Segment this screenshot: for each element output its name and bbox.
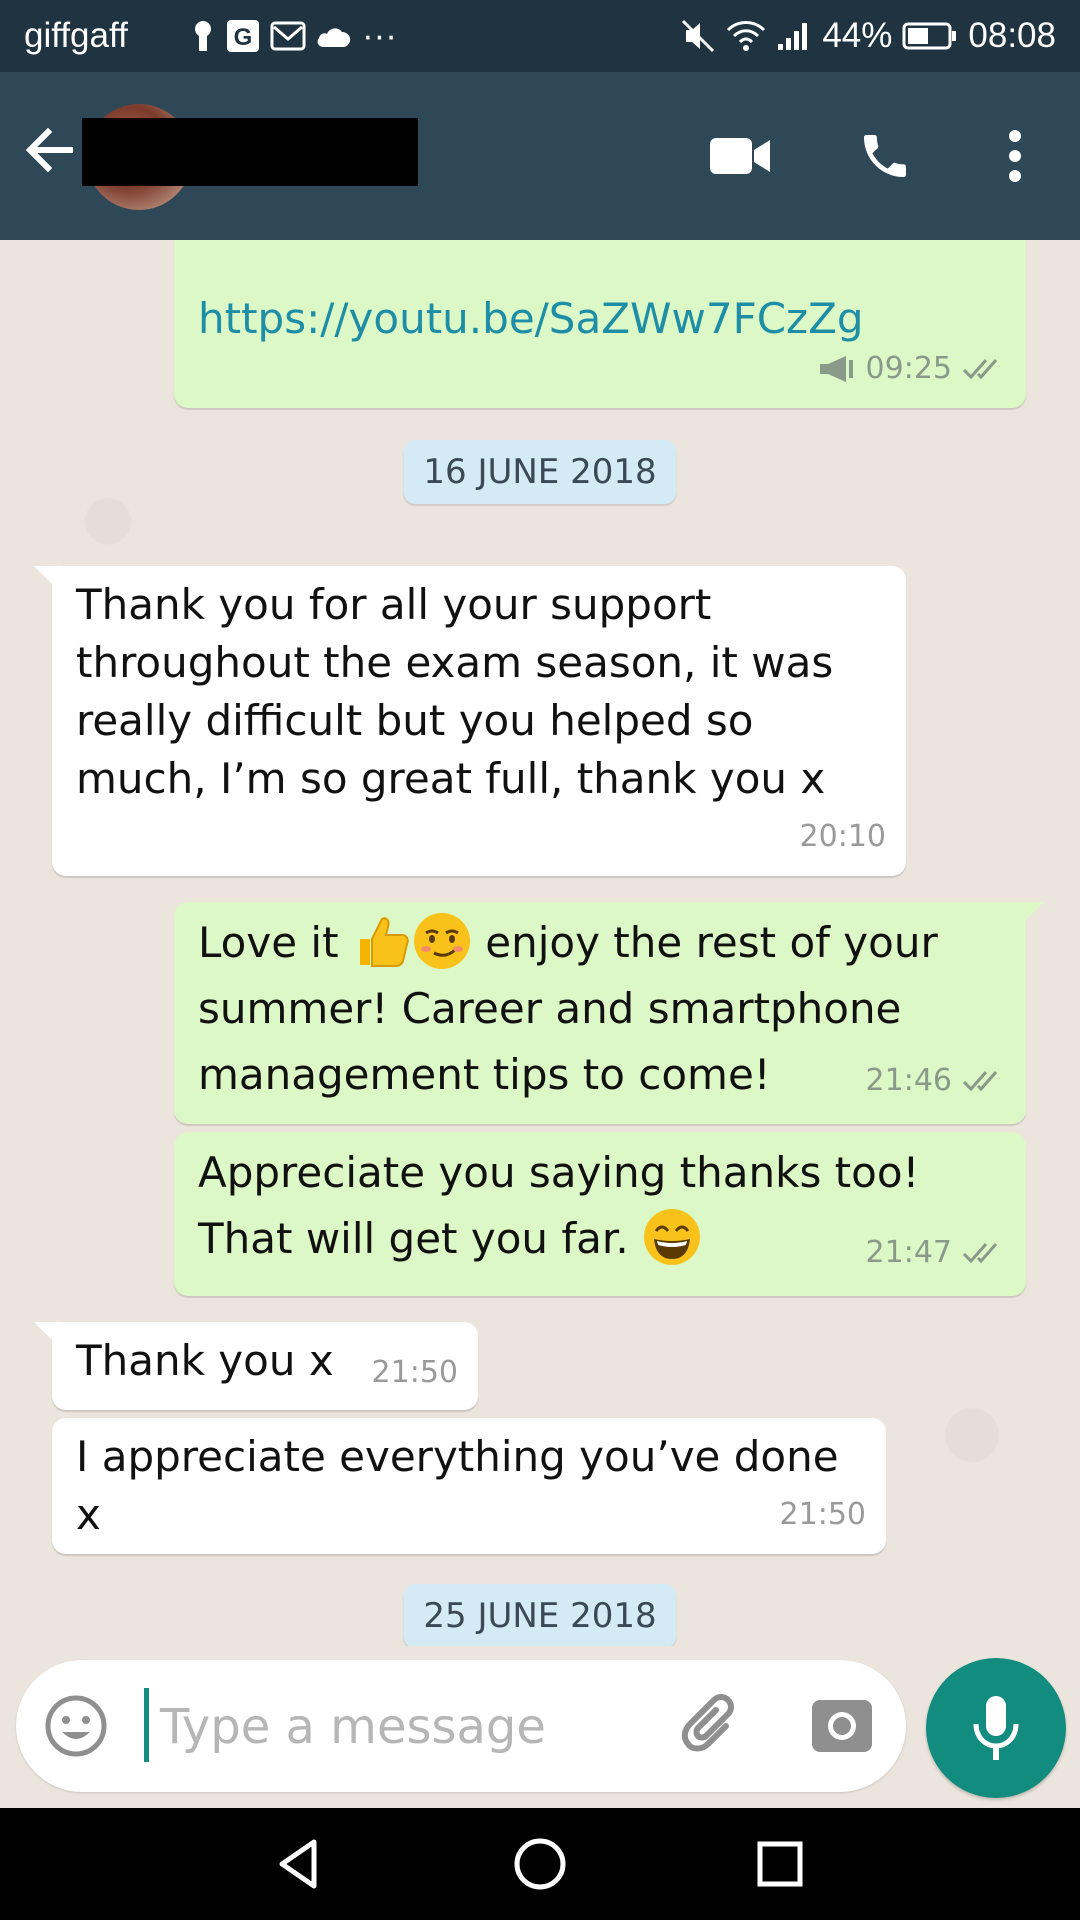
- svg-text:G: G: [234, 24, 253, 51]
- message-time: 20:10: [799, 819, 886, 854]
- mail-icon: [270, 21, 306, 51]
- signal-icon: [778, 23, 808, 50]
- thumbs-up-emoji-icon: [359, 917, 409, 967]
- emoji-picker-icon[interactable]: [44, 1694, 108, 1758]
- message-meta: 21:50: [372, 1344, 458, 1402]
- message-link[interactable]: https://youtu.be/SaZWw7FCzZg: [198, 294, 864, 343]
- message-text-line: much, I’m so great full, thank you x: [76, 754, 826, 803]
- keyhole-icon: [195, 21, 211, 51]
- message-time: 21:50: [371, 1355, 458, 1390]
- message-meta: 21:47: [866, 1220, 1006, 1286]
- system-navigation-bar: [0, 1808, 1080, 1920]
- message-bubble-outgoing[interactable]: https://youtu.be/SaZWw7FCzZg 09:25: [174, 240, 1026, 408]
- message-time: 21:47: [865, 1235, 952, 1270]
- voice-call-button[interactable]: [845, 116, 925, 196]
- composer: Type a message: [0, 1646, 1080, 1808]
- bubble-tail: [1016, 902, 1044, 930]
- attach-paperclip-icon[interactable]: [676, 1690, 748, 1762]
- message-input-container[interactable]: Type a message: [16, 1660, 906, 1792]
- message-bubble-outgoing[interactable]: Appreciate you saying thanks too! That w…: [174, 1132, 1026, 1296]
- video-camera-icon: [710, 138, 770, 174]
- nav-back-icon[interactable]: [270, 1834, 330, 1894]
- message-text: Thank you x: [76, 1336, 334, 1385]
- grinning-emoji-icon: [644, 1209, 701, 1265]
- date-separator: 16 JUNE 2018: [403, 440, 677, 504]
- google-icon: G: [227, 20, 259, 52]
- more-options-button[interactable]: [975, 116, 1055, 196]
- message-list[interactable]: https://youtu.be/SaZWw7FCzZg 09:25 16 JU…: [0, 240, 1080, 1646]
- message-text-line: Thank you for all your support: [76, 580, 712, 629]
- date-separator: 25 JUNE 2018: [403, 1584, 677, 1646]
- message-bubble-incoming[interactable]: Thank you for all your support throughou…: [34, 566, 906, 876]
- read-receipt-icon: [962, 359, 998, 380]
- battery-percent: 44%: [822, 16, 893, 55]
- status-bar: giffgaff G ··· 44% 08:08: [0, 0, 1080, 72]
- notification-icons: G ···: [190, 14, 397, 58]
- message-text-line: summer! Career and smartphone: [198, 984, 902, 1033]
- chat-header: [0, 72, 1080, 240]
- message-time: 21:50: [779, 1497, 866, 1532]
- cloud-icon: [317, 28, 351, 47]
- system-icons: 44% 08:08: [680, 14, 1056, 58]
- wifi-icon: [727, 21, 766, 51]
- phone-icon: [864, 135, 906, 177]
- message-time: 21:46: [865, 1063, 952, 1098]
- text-cursor: [144, 1688, 149, 1762]
- megaphone-icon: [819, 356, 853, 382]
- message-bubble-incoming[interactable]: Thank you x 21:50: [34, 1322, 478, 1410]
- back-arrow-icon[interactable]: [20, 120, 80, 180]
- message-meta: 09:25: [816, 340, 1006, 398]
- smirk-emoji-icon: [413, 913, 470, 969]
- message-text-line: throughout the exam season, it was: [76, 638, 834, 687]
- nav-home-icon[interactable]: [510, 1834, 570, 1894]
- voice-message-button[interactable]: [926, 1658, 1066, 1798]
- message-time: 09:25: [865, 351, 952, 386]
- message-bubble-outgoing[interactable]: Love it enjoy the rest of your summer! C…: [174, 902, 1044, 1124]
- contact-name-redacted[interactable]: [82, 118, 418, 186]
- message-text: I appreciate everything you’ve done x: [76, 1432, 839, 1539]
- message-meta: 21:50: [780, 1486, 866, 1544]
- bubble-tail: [34, 1322, 62, 1350]
- camera-icon[interactable]: [806, 1690, 878, 1762]
- mute-icon: [682, 19, 715, 53]
- read-receipt-icon: [962, 1243, 998, 1264]
- message-text-line: really difficult but you helped so: [76, 696, 754, 745]
- microphone-icon: [973, 1696, 1019, 1760]
- more-vert-icon: [1009, 130, 1021, 182]
- read-receipt-icon: [962, 1071, 998, 1092]
- more-notifications-icon: ···: [362, 16, 397, 55]
- video-call-button[interactable]: [700, 116, 780, 196]
- carrier-name: giffgaff: [24, 16, 128, 55]
- bubble-tail: [34, 566, 62, 594]
- message-text-line: Love it enjoy the rest of your: [198, 910, 1006, 976]
- clock: 08:08: [968, 16, 1056, 55]
- message-text-line: Appreciate you saying thanks too!: [198, 1148, 920, 1197]
- message-meta: 20:10: [800, 808, 886, 866]
- nav-recents-icon[interactable]: [750, 1834, 810, 1894]
- message-input[interactable]: Type a message: [160, 1692, 546, 1762]
- message-meta: 21:46: [866, 1048, 1006, 1114]
- message-bubble-incoming[interactable]: I appreciate everything you’ve done x 21…: [52, 1418, 886, 1554]
- battery-icon: [902, 22, 957, 50]
